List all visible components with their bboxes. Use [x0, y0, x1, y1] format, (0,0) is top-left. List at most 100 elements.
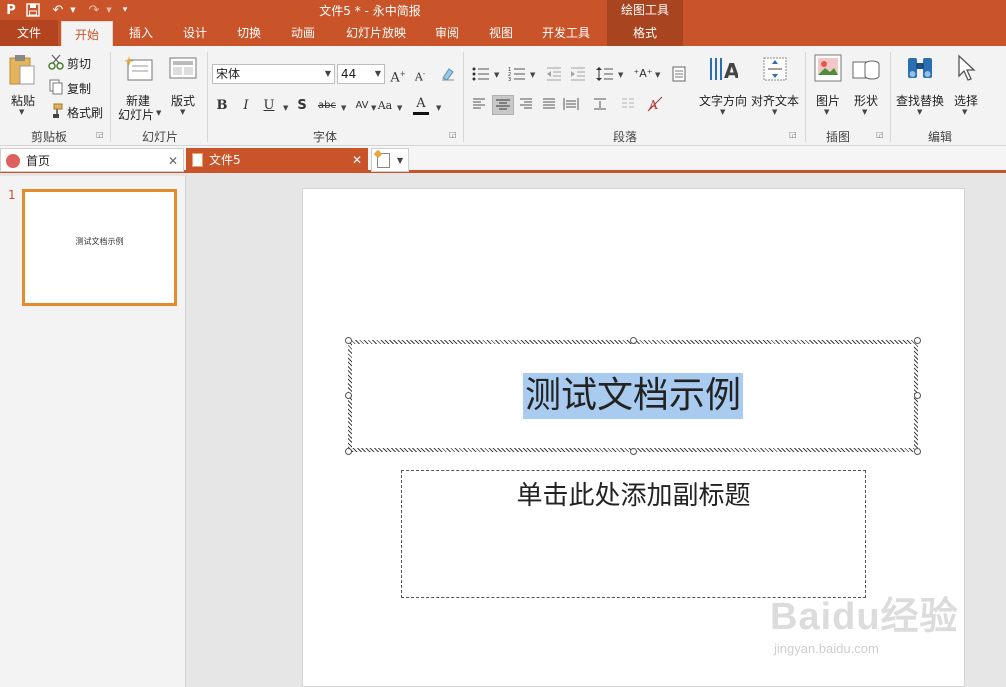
clear-format-icon[interactable]	[440, 66, 456, 85]
format-painter-button[interactable]: 格式刷	[67, 104, 103, 121]
strikethrough-icon[interactable]: abc	[316, 96, 338, 116]
picture-button[interactable]: 图片	[813, 92, 843, 109]
tab-insert[interactable]: 插入	[118, 20, 164, 46]
italic-icon[interactable]: I	[238, 96, 254, 116]
align-text-icon[interactable]	[762, 56, 788, 85]
tab-developer[interactable]: 开发工具	[533, 20, 599, 46]
resize-handle[interactable]	[345, 448, 352, 455]
layout-dropdown-icon[interactable]: ▼	[180, 108, 185, 116]
close-icon[interactable]: ✕	[168, 149, 178, 173]
doc-tab-home[interactable]: 首页 ✕	[0, 148, 184, 172]
font-name-select[interactable]: 宋体 ▼	[212, 64, 335, 84]
bold-icon[interactable]: B	[214, 96, 230, 116]
line-spacing-icon[interactable]	[596, 66, 614, 85]
shape-dropdown-icon[interactable]: ▼	[862, 108, 867, 116]
font-size-select[interactable]: 44 ▼	[337, 64, 385, 84]
paste-icon[interactable]	[8, 54, 36, 89]
copy-button[interactable]: 复制	[67, 80, 91, 97]
font-color-dropdown-icon[interactable]: ▼	[436, 104, 441, 112]
doc-tab-file5[interactable]: 文件5 ✕	[186, 148, 368, 172]
find-replace-dropdown-icon[interactable]: ▼	[917, 108, 922, 116]
tab-format[interactable]: 格式	[607, 20, 683, 46]
increase-indent-icon[interactable]	[570, 66, 586, 85]
decrease-indent-icon[interactable]	[546, 66, 562, 85]
text-direction-small-icon[interactable]: A	[647, 96, 665, 114]
align-center-icon[interactable]	[492, 95, 514, 115]
format-painter-icon[interactable]	[48, 103, 64, 122]
slide-thumbnail[interactable]: 测试文档示例	[22, 189, 177, 306]
distributed-align-icon[interactable]	[563, 96, 581, 114]
resize-handle[interactable]	[345, 337, 352, 344]
picture-dropdown-icon[interactable]: ▼	[824, 108, 829, 116]
justify-icon[interactable]	[541, 96, 559, 114]
char-spacing-icon[interactable]: AV	[352, 96, 372, 116]
shape-button[interactable]: 形状	[851, 92, 881, 109]
new-slide-button-line2[interactable]: 幻灯片	[116, 106, 156, 123]
resize-handle[interactable]	[914, 448, 921, 455]
change-case-icon[interactable]: Aa	[376, 96, 394, 116]
text-direction-button[interactable]: 文字方向	[698, 92, 748, 109]
select-cursor-icon[interactable]	[956, 54, 978, 85]
resize-handle[interactable]	[345, 392, 352, 399]
new-slide-dropdown-icon[interactable]: ▼	[156, 109, 161, 117]
copy-icon[interactable]	[48, 79, 64, 98]
chevron-down-icon[interactable]: ▼	[397, 149, 403, 173]
align-right-icon[interactable]	[518, 96, 536, 114]
font-color-icon[interactable]: A	[413, 94, 429, 114]
numbering-icon[interactable]: 123	[508, 66, 526, 85]
change-case-dropdown-icon[interactable]: ▼	[397, 104, 402, 112]
redo-icon[interactable]: ↷	[84, 1, 104, 19]
shrink-font-icon[interactable]: A-	[412, 64, 428, 84]
tab-view[interactable]: 视图	[478, 20, 524, 46]
cut-icon[interactable]	[48, 54, 64, 73]
tab-animations[interactable]: 动画	[280, 20, 326, 46]
paragraph-settings-icon[interactable]	[672, 66, 686, 85]
tab-file[interactable]: 文件	[0, 20, 58, 46]
shadow-icon[interactable]: S	[294, 96, 310, 116]
align-text-button[interactable]: 对齐文本	[750, 92, 800, 109]
redo-dropdown-icon[interactable]: ▼	[104, 1, 114, 19]
shape-icon[interactable]	[852, 54, 882, 85]
font-launcher-icon[interactable]: ◲	[449, 130, 457, 139]
resize-handle[interactable]	[630, 337, 637, 344]
select-button[interactable]: 选择	[951, 92, 981, 109]
undo-dropdown-icon[interactable]: ▼	[68, 1, 78, 19]
title-placeholder[interactable]: 测试文档示例	[348, 340, 918, 452]
resize-handle[interactable]	[630, 448, 637, 455]
bullets-dropdown-icon[interactable]: ▼	[494, 71, 499, 79]
new-document-button[interactable]: ▼	[371, 148, 409, 172]
line-spacing-dropdown-icon[interactable]: ▼	[618, 71, 623, 79]
select-dropdown-icon[interactable]: ▼	[962, 108, 967, 116]
vertical-align-icon[interactable]	[592, 96, 610, 114]
tab-slideshow[interactable]: 幻灯片放映	[338, 20, 414, 46]
underline-icon[interactable]: U	[261, 96, 277, 116]
resize-handle[interactable]	[914, 337, 921, 344]
layout-icon[interactable]	[168, 56, 198, 85]
picture-icon[interactable]	[814, 54, 842, 85]
resize-handle[interactable]	[914, 392, 921, 399]
save-icon[interactable]	[24, 1, 42, 19]
tab-design[interactable]: 设计	[172, 20, 218, 46]
slide-title-text[interactable]: 测试文档示例	[522, 373, 743, 419]
text-direction-dropdown-icon[interactable]: ▼	[720, 108, 725, 116]
paragraph-launcher-icon[interactable]: ◲	[789, 130, 797, 139]
close-icon[interactable]: ✕	[352, 148, 362, 172]
layout-button[interactable]: 版式	[168, 92, 198, 109]
strikethrough-dropdown-icon[interactable]: ▼	[341, 104, 346, 112]
columns-icon[interactable]	[620, 96, 638, 114]
new-slide-icon[interactable]	[124, 56, 154, 85]
paste-button[interactable]: 粘贴	[8, 92, 38, 109]
cut-button[interactable]: 剪切	[67, 55, 91, 72]
tab-review[interactable]: 审阅	[424, 20, 470, 46]
undo-icon[interactable]: ↶	[48, 1, 68, 19]
numbering-dropdown-icon[interactable]: ▼	[530, 71, 535, 79]
illustrations-launcher-icon[interactable]: ◲	[876, 130, 884, 139]
bullets-icon[interactable]	[472, 66, 490, 85]
paste-dropdown-icon[interactable]: ▼	[19, 108, 24, 116]
grow-font-icon[interactable]: A+	[390, 64, 406, 85]
subtitle-placeholder[interactable]: 单击此处添加副标题	[401, 470, 866, 598]
align-left-icon[interactable]	[471, 96, 489, 114]
find-replace-button[interactable]: 查找替换	[895, 92, 945, 109]
clipboard-launcher-icon[interactable]: ◲	[96, 130, 104, 139]
text-effects-icon[interactable]: ⁺A⁺	[632, 64, 654, 84]
